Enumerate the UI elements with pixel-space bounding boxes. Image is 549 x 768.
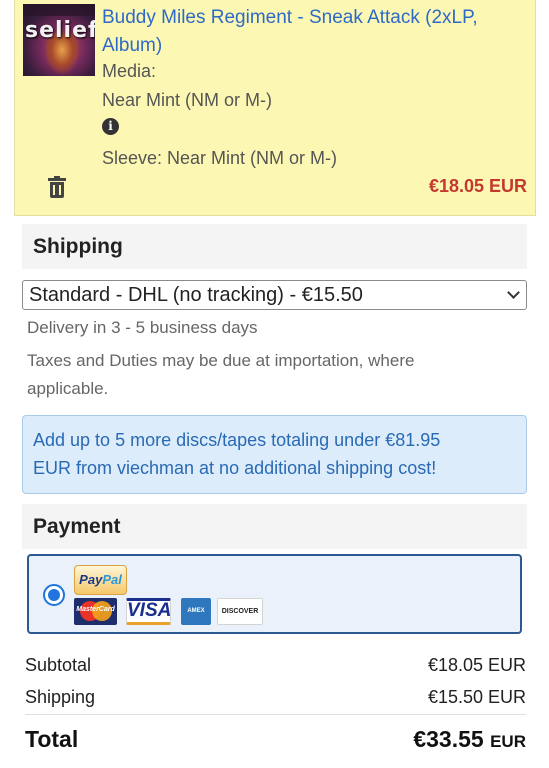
amex-logo: AMEX [181,598,211,625]
sleeve-condition: Sleeve: Near Mint (NM or M-) [102,148,338,168]
cover-band [23,4,95,16]
shipping-method-select[interactable]: Standard - DHL (no tracking) - €15.50 [22,280,527,310]
visa-logo: VISA [126,598,171,625]
paypal-radio-button[interactable] [43,584,65,606]
mastercard-logo: MasterCard [74,598,117,625]
taxes-note-line2: applicable. [27,379,109,398]
chevron-down-icon [507,286,520,299]
promo-line1: Add up to 5 more discs/tapes totaling un… [33,430,441,450]
delivery-note: Delivery in 3 - 5 business days [27,318,258,337]
shipping-heading: Shipping [22,224,527,269]
paypal-payment-option[interactable]: PayPal MasterCard VISA AMEX DISCOVER [27,554,522,634]
item-title-link[interactable]: Buddy Miles Regiment - Sneak Attack (2xL… [102,4,522,60]
promo-line2: EUR from viechman at no additional shipp… [33,458,437,478]
payment-heading: Payment [22,504,527,549]
info-icon[interactable]: i [102,118,119,135]
summary-divider [25,714,526,715]
paypal-logo: PayPal [74,565,127,595]
discover-logo: DISCOVER [217,598,263,625]
media-condition: Near Mint (NM or M-) [102,90,272,110]
subtotal-row: Subtotal €18.05 EUR [25,649,526,681]
subtotal-value: €18.05 EUR [427,655,526,675]
taxes-note-line1: Taxes and Duties may be due at importati… [27,351,415,370]
total-label: Total [25,726,79,752]
shipping-selected-option: Standard - DHL (no tracking) - €15.50 [29,284,363,306]
shipping-summary-label: Shipping [25,687,96,707]
shipping-summary-value: €15.50 EUR [427,687,526,707]
subtotal-label: Subtotal [25,655,92,675]
total-value: €33.55 EUR [413,722,526,759]
trash-icon[interactable] [48,176,66,198]
cart-item-card: selief Buddy Miles Regiment - Sneak Atta… [14,0,536,216]
shipping-summary-row: Shipping €15.50 EUR [25,681,526,713]
cover-title-text: selief [25,18,95,43]
total-row: Total €33.55 EUR [25,722,526,756]
media-label: Media: [102,61,157,81]
total-currency: EUR [490,732,526,751]
item-price: €18.05 EUR [428,176,527,196]
total-amount: €33.55 [413,726,484,752]
combined-shipping-notice: Add up to 5 more discs/tapes totaling un… [22,415,527,494]
album-cover-thumbnail[interactable]: selief [23,4,95,76]
